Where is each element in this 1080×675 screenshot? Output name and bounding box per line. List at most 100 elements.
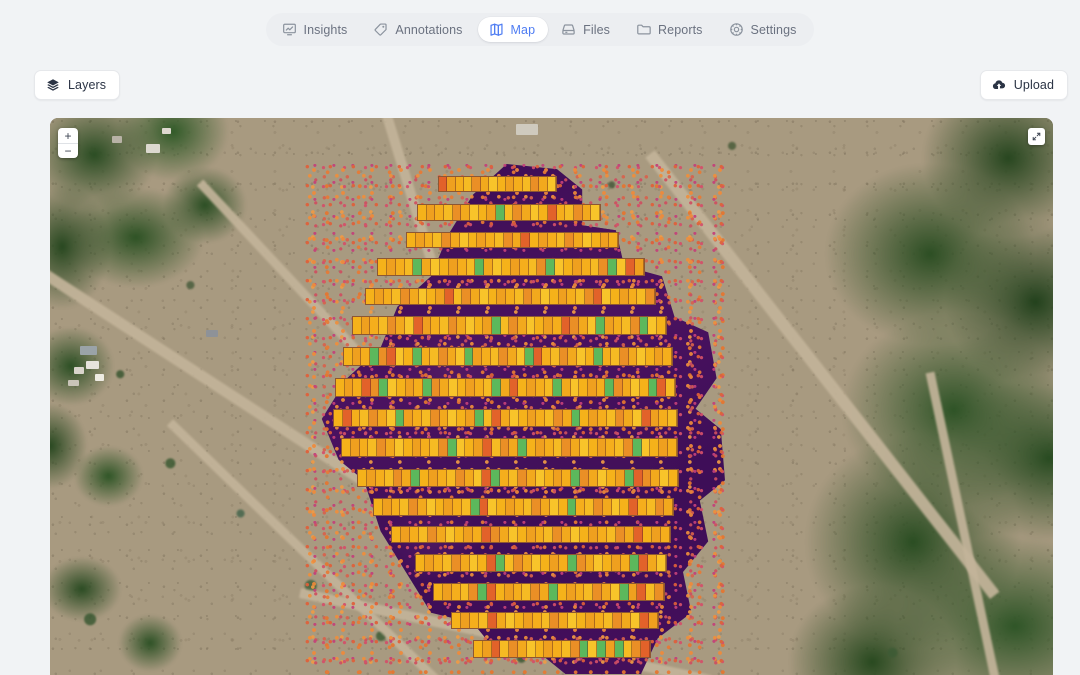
- panel-cell: [518, 379, 528, 396]
- panel-cell: [570, 641, 580, 657]
- panel-cell: [586, 613, 596, 628]
- solar-panel-row[interactable]: [473, 640, 651, 658]
- panel-cell: [616, 527, 626, 542]
- panel-cell: [609, 233, 618, 247]
- panel-cell: [661, 527, 670, 542]
- map-canvas[interactable]: + −: [50, 118, 1053, 675]
- map-zoom-control[interactable]: + −: [58, 128, 78, 158]
- solar-panel-row[interactable]: [333, 409, 678, 427]
- panel-cell: [585, 555, 595, 571]
- panel-cell: [422, 259, 432, 275]
- upload-button[interactable]: Upload: [979, 70, 1068, 100]
- panel-cell: [421, 348, 431, 365]
- panel-cell-anomaly: [447, 439, 457, 456]
- panel-cell: [403, 439, 413, 456]
- panel-cell: [519, 259, 529, 275]
- panel-cell: [457, 410, 466, 426]
- panel-cell: [584, 289, 594, 304]
- panel-cell: [544, 527, 554, 542]
- panel-cell: [442, 555, 452, 571]
- panel-cell: [527, 439, 536, 456]
- panel-cell-anomaly: [395, 410, 405, 426]
- panel-cell: [353, 379, 363, 396]
- solar-panel-row[interactable]: [417, 204, 601, 221]
- panel-cell: [596, 379, 606, 396]
- panel-cell: [344, 379, 354, 396]
- panel-cell: [417, 499, 427, 515]
- panel-cell: [508, 527, 518, 542]
- tab-map[interactable]: Map: [477, 17, 549, 42]
- panel-cell: [386, 410, 396, 426]
- solar-panel-row[interactable]: [352, 316, 667, 335]
- panel-cell: [418, 527, 428, 542]
- panel-cell: [490, 348, 500, 365]
- panel-cell: [633, 410, 642, 426]
- tab-annotations[interactable]: Annotations: [362, 17, 475, 42]
- panel-cell: [648, 317, 658, 334]
- panel-cell-anomaly: [525, 348, 534, 365]
- panel-cell: [420, 470, 430, 486]
- solar-panel-row[interactable]: [373, 498, 674, 516]
- layers-button[interactable]: Layers: [34, 70, 121, 100]
- solar-panel-row[interactable]: [451, 612, 659, 629]
- panel-cell: [430, 410, 440, 426]
- solar-panel-row[interactable]: [365, 288, 656, 305]
- panel-cell: [641, 439, 651, 456]
- panel-cell: [606, 439, 616, 456]
- panel-cell: [438, 348, 448, 365]
- panel-cell: [409, 289, 419, 304]
- tab-reports[interactable]: Reports: [625, 17, 715, 42]
- panel-cell: [574, 233, 583, 247]
- panel-cell: [351, 410, 361, 426]
- fullscreen-button[interactable]: [1028, 128, 1045, 145]
- panel-cell: [624, 439, 633, 456]
- solar-panel-row[interactable]: [406, 232, 619, 248]
- tab-insights[interactable]: Insights: [271, 17, 361, 42]
- panel-cell: [577, 613, 587, 628]
- panel-cell: [430, 348, 439, 365]
- panel-cell: [466, 259, 476, 275]
- panel-cell: [383, 289, 393, 304]
- solar-panel-row[interactable]: [343, 347, 673, 366]
- solar-panel-row[interactable]: [377, 258, 645, 276]
- zoom-in-button[interactable]: +: [58, 128, 78, 143]
- panel-cell: [514, 177, 523, 191]
- map-icon: [489, 22, 504, 37]
- panel-cell: [489, 177, 498, 191]
- solar-panel-row[interactable]: [357, 469, 679, 487]
- panel-cell: [629, 499, 638, 515]
- panel-cell: [483, 379, 493, 396]
- panel-cell: [481, 527, 491, 542]
- map-panel[interactable]: + −: [50, 118, 1053, 675]
- panel-cell: [556, 205, 566, 220]
- tab-bar: Insights Annotations Map Files Reports Settin…: [265, 13, 815, 46]
- panel-cell: [547, 233, 557, 247]
- panel-cell: [562, 410, 572, 426]
- solar-panel-row[interactable]: [433, 583, 665, 601]
- site-building: [95, 374, 104, 381]
- solar-panel-row[interactable]: [341, 438, 678, 457]
- panel-cell: [535, 641, 545, 657]
- panel-cell: [571, 527, 581, 542]
- solar-panel-row[interactable]: [391, 526, 671, 543]
- tab-settings[interactable]: Settings: [718, 17, 810, 42]
- panel-cell: [641, 641, 650, 657]
- solar-panel-row[interactable]: [335, 378, 676, 397]
- zoom-out-button[interactable]: −: [58, 143, 78, 158]
- panel-cell: [438, 439, 448, 456]
- panel-cell: [580, 527, 590, 542]
- tab-files[interactable]: Files: [550, 17, 623, 42]
- panel-cell: [368, 439, 378, 456]
- panel-cell: [452, 613, 461, 628]
- panel-cell: [436, 527, 446, 542]
- panel-cell: [500, 641, 510, 657]
- panel-cell: [360, 410, 370, 426]
- panel-cell: [628, 348, 638, 365]
- panel-cell: [650, 439, 660, 456]
- upload-button-label: Upload: [1013, 78, 1054, 92]
- panel-cell: [591, 205, 600, 220]
- solar-panel-row[interactable]: [438, 176, 557, 192]
- solar-panel-row[interactable]: [415, 554, 667, 572]
- panel-cell: [386, 439, 395, 456]
- thermal-overlay[interactable]: [305, 164, 725, 674]
